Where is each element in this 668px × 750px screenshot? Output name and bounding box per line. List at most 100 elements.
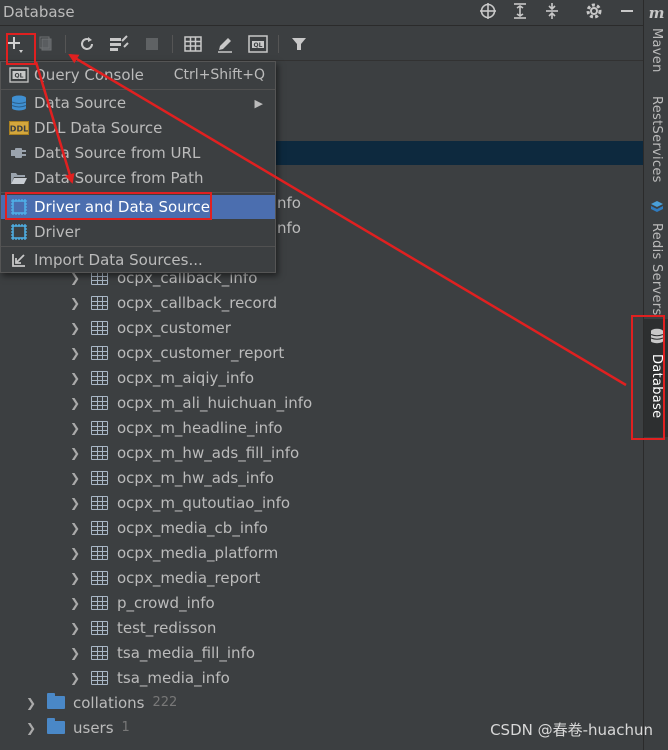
table-row[interactable]: ❯ p_crowd_info xyxy=(0,590,643,615)
table-name: ocpx_customer_report xyxy=(117,343,285,362)
tab-restservices[interactable]: RestServices xyxy=(644,96,668,183)
datasource-icon xyxy=(9,95,29,111)
table-row[interactable]: ❯ test_redisson xyxy=(0,615,643,640)
table-icon xyxy=(91,545,108,560)
table-name: ocpx_m_headline_info xyxy=(117,418,283,437)
collapse-all-icon[interactable] xyxy=(541,2,563,22)
table-row[interactable]: ❯ ocpx_m_headline_info xyxy=(0,415,643,440)
edit-pencil-icon[interactable] xyxy=(214,34,236,54)
menu-item-data-source-from-path[interactable]: Data Source from Path xyxy=(1,166,275,190)
chevron-right-icon[interactable]: ❯ xyxy=(69,596,81,610)
expand-all-icon[interactable] xyxy=(509,2,531,22)
chevron-right-icon[interactable]: ❯ xyxy=(69,496,81,510)
chevron-right-icon[interactable]: ❯ xyxy=(69,396,81,410)
annotation-box-add xyxy=(6,33,36,65)
minimize-icon[interactable] xyxy=(616,2,638,22)
ddl-icon: DDL xyxy=(9,120,29,136)
chevron-right-icon[interactable]: ❯ xyxy=(69,646,81,660)
redis-icon xyxy=(650,200,664,218)
plug-icon xyxy=(9,145,29,161)
table-icon xyxy=(91,520,108,535)
table-name: ocpx_media_cb_info xyxy=(117,518,268,537)
table-name: ocpx_m_ali_huichuan_info xyxy=(117,393,313,412)
chevron-right-icon[interactable]: ❯ xyxy=(69,421,81,435)
schema-sync-icon[interactable] xyxy=(108,34,130,54)
table-row[interactable]: ❯ ocpx_media_cb_info xyxy=(0,515,643,540)
table-icon xyxy=(91,445,108,460)
folder-icon xyxy=(47,693,65,709)
chevron-right-icon[interactable]: ❯ xyxy=(69,521,81,535)
table-row[interactable]: ❯ ocpx_m_hw_ads_info xyxy=(0,465,643,490)
chevron-right-icon[interactable]: ❯ xyxy=(69,446,81,460)
table-editor-icon[interactable] xyxy=(182,34,204,54)
stop-icon[interactable] xyxy=(141,34,163,54)
locate-icon[interactable] xyxy=(477,2,499,22)
filter-icon[interactable] xyxy=(288,34,310,54)
table-name: ocpx_m_hw_ads_info xyxy=(117,468,274,487)
table-icon xyxy=(91,470,108,485)
maven-icon: m xyxy=(648,4,665,22)
folder-icon xyxy=(47,718,65,734)
chevron-right-icon[interactable]: ❯ xyxy=(69,571,81,585)
table-icon xyxy=(91,620,108,635)
refresh-icon[interactable] xyxy=(76,34,98,54)
chevron-right-icon[interactable]: ❯ xyxy=(69,471,81,485)
table-row[interactable]: ❯ ocpx_m_aiqiy_info xyxy=(0,365,643,390)
table-row[interactable]: ❯ ocpx_m_hw_ads_fill_info xyxy=(0,440,643,465)
menu-item-query-console[interactable]: QL Query Console Ctrl+Shift+Q xyxy=(1,63,275,87)
table-row[interactable]: ❯ ocpx_customer xyxy=(0,315,643,340)
ql-icon: QL xyxy=(9,67,29,83)
table-icon xyxy=(91,295,108,310)
table-name: ocpx_m_aiqiy_info xyxy=(117,368,254,387)
table-icon xyxy=(91,420,108,435)
table-icon xyxy=(91,370,108,385)
chevron-right-icon[interactable]: ❯ xyxy=(69,546,81,560)
chevron-right-icon[interactable]: ❯ xyxy=(69,671,81,685)
menu-item-import-data-sources[interactable]: Import Data Sources... xyxy=(1,248,275,272)
settings-gear-icon[interactable] xyxy=(583,2,605,22)
table-row[interactable]: ❯ ocpx_callback_record xyxy=(0,290,643,315)
table-name: ocpx_m_hw_ads_fill_info xyxy=(117,443,300,462)
table-name: ocpx_media_report xyxy=(117,568,261,587)
add-popup-menu: QL Query Console Ctrl+Shift+Q Data Sourc… xyxy=(0,61,276,273)
menu-item-ddl-data-source[interactable]: DDL DDL Data Source xyxy=(1,116,275,140)
menu-item-data-source-from-url[interactable]: Data Source from URL xyxy=(1,141,275,165)
table-row[interactable]: ❯ ocpx_m_ali_huichuan_info xyxy=(0,390,643,415)
tree-folder-collations[interactable]: ❯ collations 222 xyxy=(0,690,643,715)
annotation-box-driver-and-data-source xyxy=(5,192,212,220)
table-name: ocpx_m_qutoutiao_info xyxy=(117,493,291,512)
chevron-right-icon[interactable]: ❯ xyxy=(25,696,37,710)
table-row[interactable]: ❯ ocpx_media_report xyxy=(0,565,643,590)
query-console-icon[interactable]: QL xyxy=(247,34,269,54)
chevron-right-icon[interactable]: ❯ xyxy=(69,621,81,635)
folder-count: 1 xyxy=(121,720,130,735)
table-row[interactable]: ❯ ocpx_customer_report xyxy=(0,340,643,365)
svg-text:QL: QL xyxy=(254,42,263,49)
table-icon xyxy=(91,495,108,510)
table-name: tsa_media_info xyxy=(117,668,230,687)
table-icon xyxy=(91,395,108,410)
table-row[interactable]: ❯ tsa_media_info xyxy=(0,665,643,690)
chevron-right-icon[interactable]: ❯ xyxy=(25,721,37,735)
import-icon xyxy=(9,252,29,268)
chevron-right-icon[interactable]: ❯ xyxy=(69,321,81,335)
chevron-right-icon[interactable]: ❯ xyxy=(69,296,81,310)
table-name: ocpx_callback_record xyxy=(117,293,278,312)
shortcut-label: Ctrl+Shift+Q xyxy=(173,67,265,83)
table-row[interactable]: ❯ ocpx_media_platform xyxy=(0,540,643,565)
table-row[interactable]: ❯ ocpx_m_qutoutiao_info xyxy=(0,490,643,515)
menu-item-driver[interactable]: Driver xyxy=(1,220,275,244)
table-row[interactable]: ❯ tsa_media_fill_info xyxy=(0,640,643,665)
table-name: ocpx_customer xyxy=(117,318,231,337)
chevron-right-icon[interactable]: ❯ xyxy=(69,371,81,385)
chevron-right-icon[interactable]: ❯ xyxy=(69,346,81,360)
tab-redis-servers[interactable]: Redis Servers xyxy=(644,200,668,316)
table-name: p_crowd_info xyxy=(117,593,215,612)
tab-maven[interactable]: m Maven xyxy=(644,4,668,73)
copy-icon[interactable] xyxy=(35,34,57,54)
table-name: tsa_media_fill_info xyxy=(117,643,256,662)
menu-item-data-source[interactable]: Data Source ▶ xyxy=(1,91,275,115)
folder-open-icon xyxy=(9,170,29,186)
driver-icon xyxy=(9,224,29,240)
folder-count: 222 xyxy=(152,695,178,710)
